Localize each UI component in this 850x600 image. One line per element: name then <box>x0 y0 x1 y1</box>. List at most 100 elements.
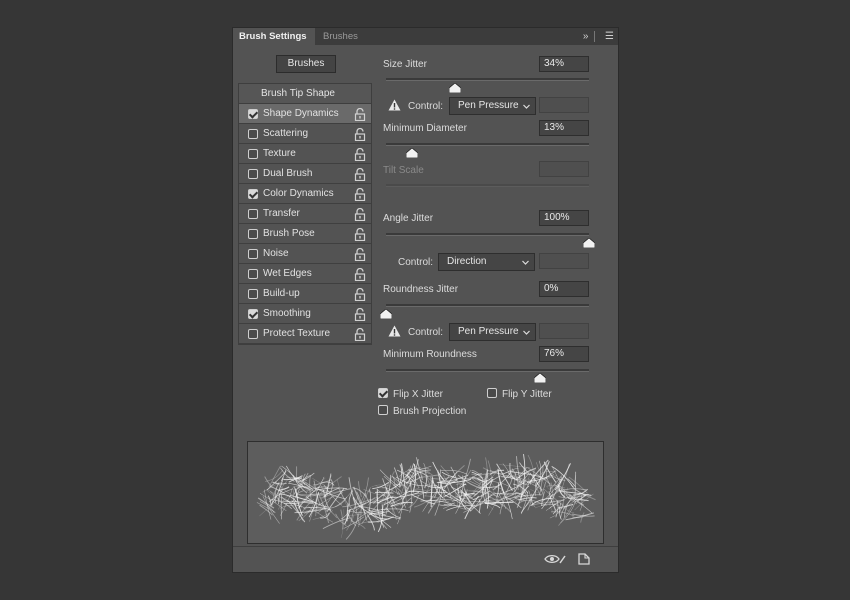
lock-icon[interactable] <box>354 208 366 221</box>
sidebar-item-noise[interactable]: Noise <box>239 244 371 264</box>
min-diameter-slider[interactable] <box>386 143 589 146</box>
angle-jitter-thumb[interactable] <box>583 238 595 248</box>
brush-stroke-image <box>256 454 596 540</box>
sidebar-checkbox[interactable] <box>248 289 258 299</box>
brushes-button[interactable]: Brushes <box>276 55 336 73</box>
size-control-select[interactable]: Pen Pressure <box>449 97 536 115</box>
min-roundness-thumb[interactable] <box>534 373 547 383</box>
brush-projection-label: Brush Projection <box>393 406 467 417</box>
sidebar-checkbox[interactable] <box>248 189 258 199</box>
roundness-control-select[interactable]: Pen Pressure <box>449 323 536 341</box>
sidebar-checkbox[interactable] <box>248 249 258 259</box>
sidebar-item-smoothing[interactable]: Smoothing <box>239 304 371 324</box>
sidebar-item-label: Wet Edges <box>263 268 312 279</box>
sidebar-item-wet-edges[interactable]: Wet Edges <box>239 264 371 284</box>
sidebar-checkbox[interactable] <box>248 329 258 339</box>
sidebar-item-build-up[interactable]: Build-up <box>239 284 371 304</box>
roundness-control-value: Pen Pressure <box>458 326 519 337</box>
roundness-jitter-field[interactable]: 0% <box>539 281 589 297</box>
brush-options-sidebar: Brush Tip Shape Shape Dynamics Scattering… <box>238 83 372 345</box>
sidebar-item-label: Scattering <box>263 128 309 139</box>
tab-brush-settings[interactable]: Brush Settings <box>233 28 315 45</box>
sidebar-item-shape-dynamics[interactable]: Shape Dynamics <box>239 104 371 124</box>
angle-jitter-slider[interactable] <box>386 233 589 236</box>
new-preset-icon[interactable] <box>578 553 590 565</box>
min-roundness-slider[interactable] <box>386 369 589 372</box>
chevron-down-icon <box>523 330 530 335</box>
tilt-scale-slider <box>386 184 589 187</box>
eye-brush-icon[interactable] <box>544 553 566 565</box>
lock-icon[interactable] <box>354 288 366 301</box>
brush-projection-checkbox[interactable] <box>378 405 388 415</box>
tab-bar-icons: » ☰ <box>580 28 614 45</box>
sidebar-item-label: Noise <box>263 248 289 259</box>
min-diameter-thumb[interactable] <box>406 148 419 158</box>
lock-icon[interactable] <box>354 128 366 141</box>
angle-jitter-field[interactable]: 100% <box>539 210 589 226</box>
sidebar-item-color-dynamics[interactable]: Color Dynamics <box>239 184 371 204</box>
angle-control-extra-field <box>539 253 589 269</box>
sidebar-checkbox[interactable] <box>248 149 258 159</box>
flip-y-jitter-label: Flip Y Jitter <box>502 389 552 400</box>
lock-icon[interactable] <box>354 228 366 241</box>
size-jitter-thumb[interactable] <box>449 83 462 93</box>
sidebar-item-brush-tip-shape[interactable]: Brush Tip Shape <box>239 84 371 104</box>
lock-icon[interactable] <box>354 168 366 181</box>
sidebar-item-label: Color Dynamics <box>263 188 334 199</box>
sidebar-item-scattering[interactable]: Scattering <box>239 124 371 144</box>
panel-tab-bar: Brush Settings Brushes » ☰ <box>233 28 618 45</box>
size-jitter-field[interactable]: 34% <box>539 56 589 72</box>
sidebar-item-label: Protect Texture <box>263 328 331 339</box>
sidebar-item-label: Smoothing <box>263 308 311 319</box>
angle-jitter-label: Angle Jitter <box>383 213 434 224</box>
sidebar-checkbox[interactable] <box>248 109 258 119</box>
lock-icon[interactable] <box>354 108 366 121</box>
min-roundness-field[interactable]: 76% <box>539 346 589 362</box>
sidebar-checkbox[interactable] <box>248 269 258 279</box>
roundness-jitter-slider[interactable] <box>386 304 589 307</box>
sidebar-checkbox[interactable] <box>248 169 258 179</box>
sidebar-checkbox[interactable] <box>248 209 258 219</box>
flip-x-jitter-label: Flip X Jitter <box>393 389 444 400</box>
chevron-down-icon <box>523 104 530 109</box>
size-jitter-slider[interactable] <box>386 78 589 81</box>
brush-settings-panel: Brush Settings Brushes » ☰ Brushes Brush… <box>232 27 619 573</box>
lock-icon[interactable] <box>354 268 366 281</box>
tilt-scale-field <box>539 161 589 177</box>
sidebar-item-brush-pose[interactable]: Brush Pose <box>239 224 371 244</box>
sidebar-item-protect-texture[interactable]: Protect Texture <box>239 324 371 344</box>
min-diameter-label: Minimum Diameter <box>383 123 467 134</box>
hamburger-menu-icon[interactable]: ☰ <box>605 28 614 45</box>
sidebar-list: Shape Dynamics Scattering Texture Dual Brus… <box>239 104 371 344</box>
sidebar-item-label: Texture <box>263 148 296 159</box>
lock-icon[interactable] <box>354 148 366 161</box>
min-diameter-field[interactable]: 13% <box>539 120 589 136</box>
lock-icon[interactable] <box>354 188 366 201</box>
tab-divider <box>594 30 596 42</box>
sidebar-item-transfer[interactable]: Transfer <box>239 204 371 224</box>
brush-stroke-preview <box>247 441 604 544</box>
lock-icon[interactable] <box>354 248 366 261</box>
size-jitter-label: Size Jitter <box>383 59 427 70</box>
roundness-jitter-label: Roundness Jitter <box>383 284 459 295</box>
lock-icon[interactable] <box>354 308 366 321</box>
sidebar-checkbox[interactable] <box>248 309 258 319</box>
size-control-value: Pen Pressure <box>458 100 519 111</box>
flip-y-jitter-checkbox[interactable] <box>487 388 497 398</box>
sidebar-item-label: Build-up <box>263 288 300 299</box>
sidebar-checkbox[interactable] <box>248 229 258 239</box>
tab-brushes[interactable]: Brushes <box>317 28 367 45</box>
size-control-extra-field <box>539 97 589 113</box>
warning-icon <box>388 325 401 337</box>
angle-control-value: Direction <box>447 256 487 267</box>
sidebar-item-texture[interactable]: Texture <box>239 144 371 164</box>
double-chevron-right-icon[interactable]: » <box>583 28 589 45</box>
sidebar-item-dual-brush[interactable]: Dual Brush <box>239 164 371 184</box>
sidebar-checkbox[interactable] <box>248 129 258 139</box>
roundness-jitter-thumb[interactable] <box>380 309 392 319</box>
warning-icon <box>388 99 401 111</box>
flip-x-jitter-checkbox[interactable] <box>378 388 388 398</box>
roundness-control-label: Control: <box>408 327 444 338</box>
lock-icon[interactable] <box>354 328 366 341</box>
angle-control-select[interactable]: Direction <box>438 253 535 271</box>
